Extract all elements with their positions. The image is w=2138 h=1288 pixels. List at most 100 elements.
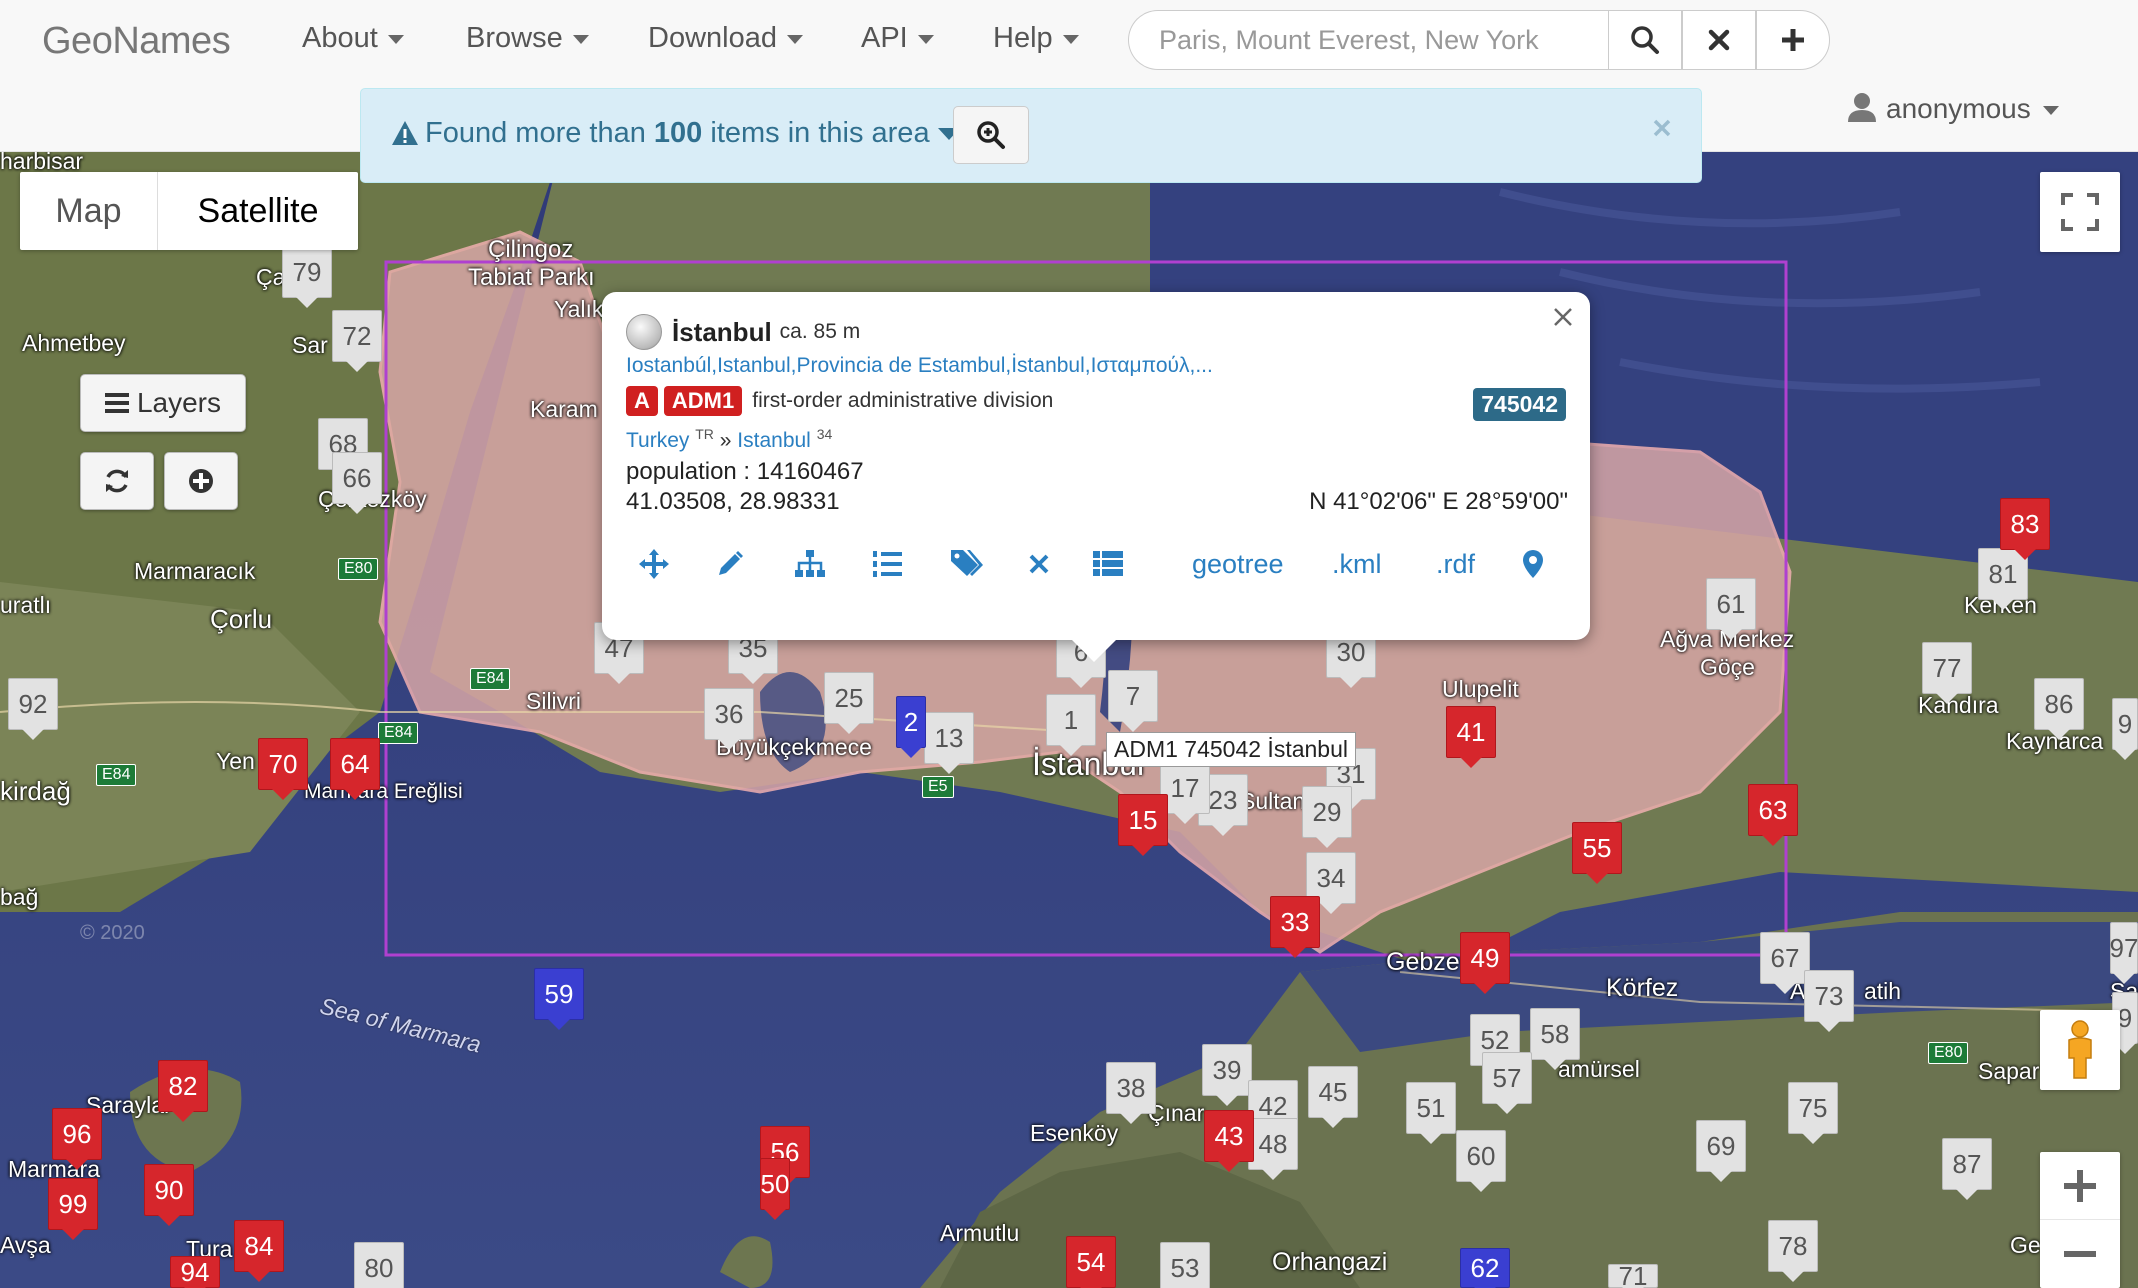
details-list-button[interactable] [1092,544,1124,584]
place-name: İstanbul [672,316,772,347]
map-marker[interactable]: 71 [1608,1261,1658,1288]
caret-down-icon [786,34,803,44]
user-menu[interactable]: anonymous [1848,92,2059,125]
add-marker-button[interactable] [164,452,238,510]
zoom-to-results-button[interactable] [953,106,1029,164]
map-marker[interactable]: 63 [1748,784,1798,846]
map-marker[interactable]: 96 [52,1108,102,1170]
map-marker[interactable]: 75 [1788,1082,1838,1144]
map-marker[interactable]: 60 [1456,1130,1506,1192]
map-marker[interactable]: 90 [144,1164,194,1226]
map-marker[interactable]: 51 [1406,1082,1456,1144]
map-marker[interactable]: 1 [1046,694,1096,756]
map-marker[interactable]: 29 [1302,786,1352,848]
map-marker[interactable]: 97 [2110,922,2138,984]
map-marker[interactable]: 7 [1108,670,1158,732]
map-marker[interactable]: 87 [1942,1138,1992,1200]
zoom-out-button[interactable] [2040,1220,2120,1288]
map-marker[interactable]: 69 [1696,1120,1746,1182]
map-marker[interactable]: 55 [1572,822,1622,884]
map-marker[interactable]: 78 [1768,1220,1818,1282]
map-marker[interactable]: 9 [2112,698,2138,760]
map-marker[interactable]: 57 [1482,1052,1532,1114]
map-marker[interactable]: 38 [1106,1062,1156,1124]
map-marker[interactable]: 64 [330,738,380,800]
nav-browse[interactable]: Browse [466,22,589,55]
popup-close-button[interactable] [1552,296,1574,336]
hierarchy-button[interactable] [794,544,826,584]
search-button[interactable] [1608,10,1682,70]
map-marker[interactable]: 82 [158,1060,208,1122]
alternate-names-link[interactable]: Iostanbúl,Istanbul,Provincia de Estambul… [626,354,1213,378]
map-type-map-button[interactable]: Map [20,172,158,250]
map-marker[interactable]: 54 [1066,1236,1116,1288]
map-marker[interactable]: 84 [234,1220,284,1282]
map-marker[interactable]: 2 [896,696,926,758]
delete-button[interactable] [1028,544,1050,584]
wikipedia-globe-icon[interactable] [626,314,662,350]
map-marker[interactable]: 48 [1248,1118,1298,1180]
map-marker[interactable]: 41 [1446,706,1496,768]
notice-text[interactable]: Found more than 100 items in this area [391,117,960,150]
map-type-satellite-button[interactable]: Satellite [158,172,358,250]
country-link[interactable]: Turkey [626,429,689,452]
map-label-ca: Ça [256,264,286,290]
map-marker[interactable]: 61 [1706,578,1756,640]
nav-about[interactable]: About [302,22,404,55]
edit-button[interactable] [716,544,744,584]
brand-logo[interactable]: GeoNames [42,20,231,63]
map-marker[interactable]: 83 [2000,498,2050,560]
map-marker[interactable]: 15 [1118,794,1168,856]
notice-close-button[interactable] [1653,107,1671,146]
map-marker[interactable]: 94 [170,1256,220,1288]
nav-help[interactable]: Help [993,22,1079,55]
map-marker[interactable]: 33 [1270,896,1320,958]
map-marker[interactable]: 25 [824,672,874,734]
geonameid-badge[interactable]: 745042 [1473,388,1566,421]
caret-down-icon [1062,34,1079,44]
zoom-in-button[interactable] [2040,1152,2120,1220]
fullscreen-button[interactable] [2040,172,2120,252]
search-input[interactable] [1128,10,1608,70]
geotree-link[interactable]: geotree [1192,544,1284,584]
map-marker[interactable]: 77 [1922,642,1972,704]
map-marker[interactable]: 59 [534,968,584,1030]
map-marker[interactable]: 73 [1804,970,1854,1032]
map-marker[interactable]: 36 [704,688,754,750]
map-marker[interactable]: 72 [332,310,382,372]
kml-link[interactable]: .kml [1332,544,1382,584]
map-marker[interactable]: 80 [354,1242,404,1288]
map-marker[interactable]: 86 [2034,678,2084,740]
map-marker[interactable]: 66 [332,452,382,514]
nav-download[interactable]: Download [648,22,803,55]
move-button[interactable] [638,544,670,584]
refresh-button[interactable] [80,452,154,510]
map-canvas[interactable]: harbisar Çilingoz Tabiat Parkı Yalık Kar… [0,152,2138,1288]
map-marker[interactable]: 43 [1204,1110,1254,1172]
map-marker[interactable]: 13 [924,712,974,774]
map-marker[interactable]: 39 [1202,1044,1252,1106]
add-place-button[interactable] [1756,10,1830,70]
nav-api[interactable]: API [861,22,934,55]
map-marker[interactable]: 62 [1460,1248,1510,1288]
ordered-list-button[interactable] [872,544,902,584]
layers-button[interactable]: Layers [80,374,246,432]
map-marker[interactable]: 70 [258,738,308,800]
locate-button[interactable] [1522,544,1544,584]
map-marker[interactable]: 50 [760,1158,790,1220]
map-marker[interactable]: 92 [8,678,58,740]
tags-button[interactable] [950,544,984,584]
decimal-coordinates: 41.03508, 28.98331 [626,488,840,515]
admin-link[interactable]: Istanbul [737,429,811,452]
clear-search-button[interactable] [1682,10,1756,70]
map-marker[interactable]: 49 [1460,932,1510,994]
rdf-link[interactable]: .rdf [1436,544,1475,584]
map-marker[interactable]: 53 [1160,1242,1210,1288]
map-marker[interactable]: 45 [1308,1066,1358,1128]
map-marker[interactable]: 79 [282,246,332,308]
map-marker[interactable]: 99 [48,1178,98,1240]
street-view-button[interactable] [2040,1010,2120,1090]
caret-down-icon [2042,106,2059,116]
map-marker[interactable]: 58 [1530,1008,1580,1070]
map-marker[interactable]: 67 [1760,932,1810,994]
